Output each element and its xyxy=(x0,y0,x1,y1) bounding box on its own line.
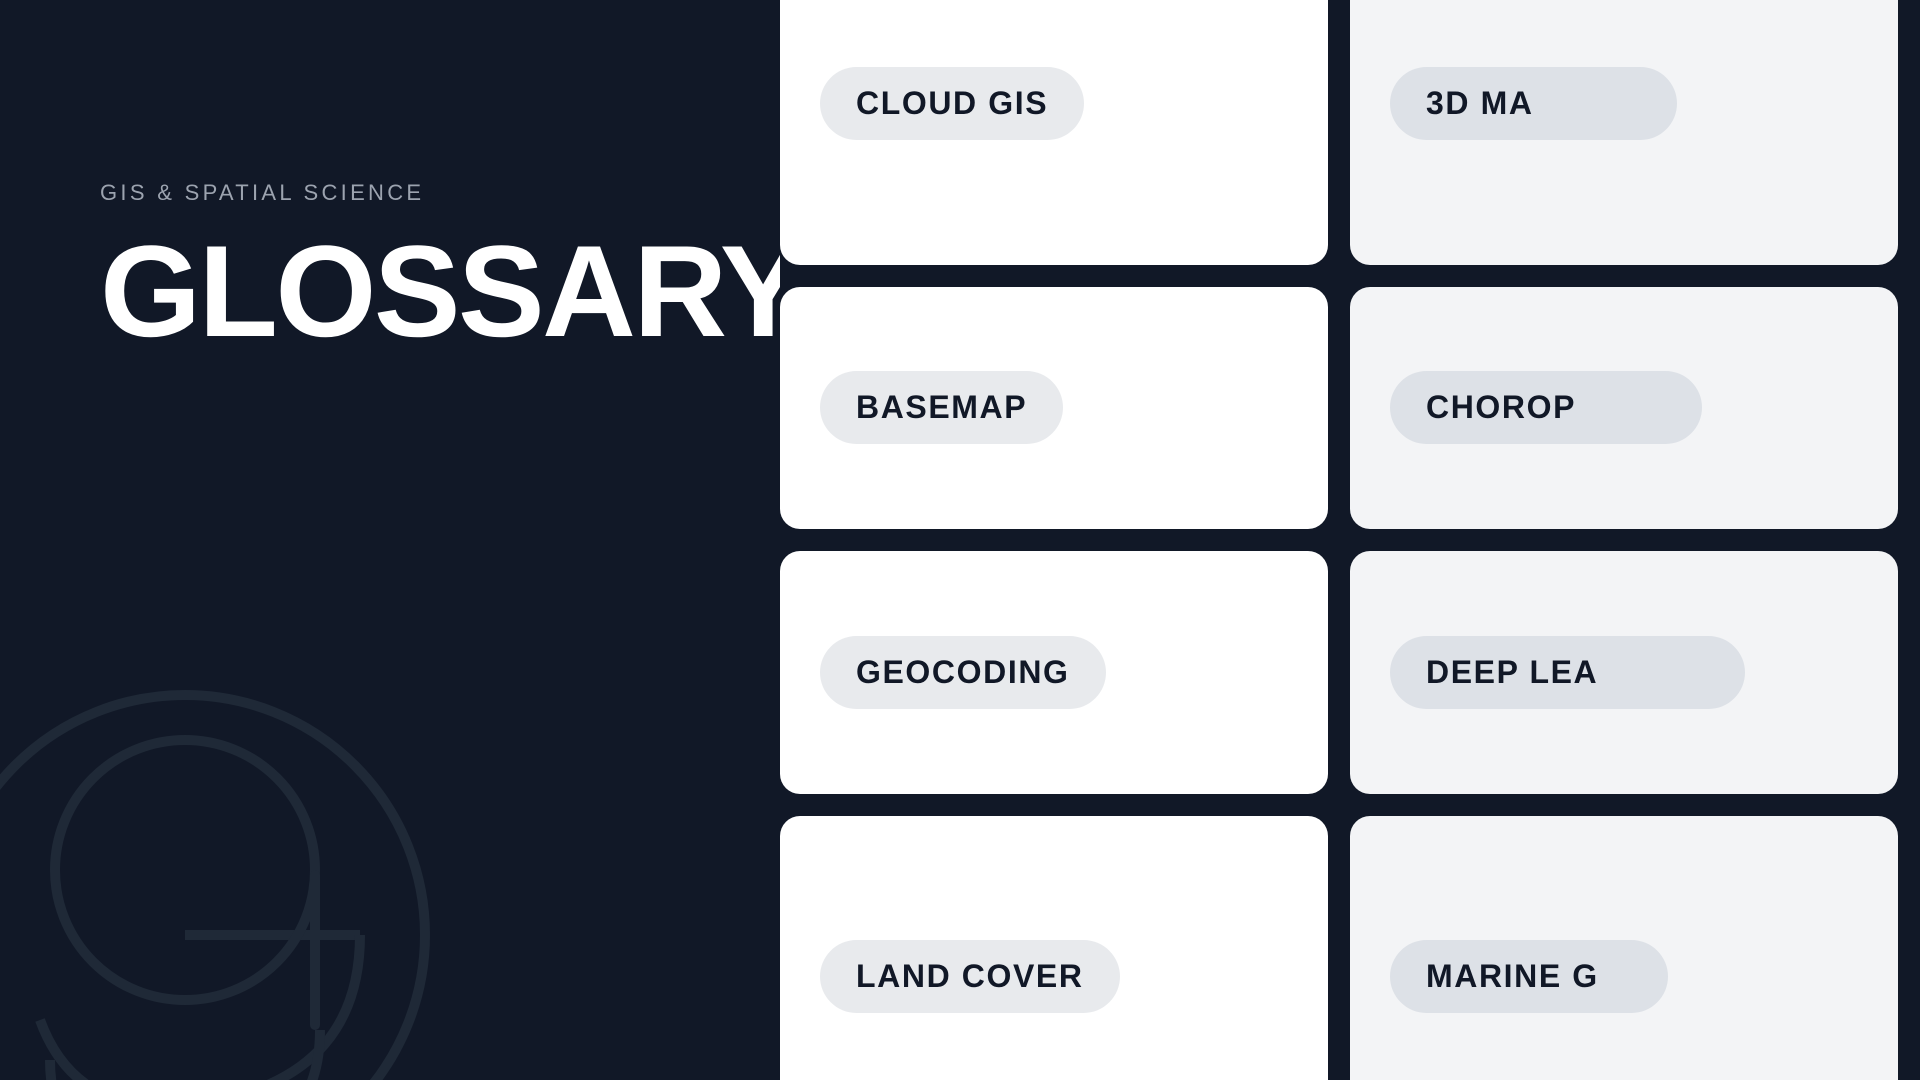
subtitle: GIS & SPATIAL SCIENCE xyxy=(100,180,700,206)
card-label-land-cover: LAND COVER xyxy=(820,940,1120,1013)
card-label-marine-gis: MARINE GIS xyxy=(1390,940,1668,1013)
page-title: GLOSSARY xyxy=(100,226,700,356)
card-cloud-gis[interactable]: CLOUD GIS xyxy=(780,0,1328,265)
card-label-choropleth: CHOROPLETH xyxy=(1390,371,1702,444)
left-panel: GIS & SPATIAL SCIENCE GLOSSARY xyxy=(0,0,780,1080)
card-label-basemap: BASEMAP xyxy=(820,371,1063,444)
cards-grid: CLOUD GIS 3D MAPPING BASEMAP CHOROPLETH … xyxy=(780,0,1920,1080)
card-label-geocoding: GEOCODING xyxy=(820,636,1106,709)
card-choropleth[interactable]: CHOROPLETH xyxy=(1350,287,1898,530)
card-label-3d-mapping: 3D MAPPING xyxy=(1390,67,1677,140)
card-basemap[interactable]: BASEMAP xyxy=(780,287,1328,530)
card-3d-mapping[interactable]: 3D MAPPING xyxy=(1350,0,1898,265)
card-geocoding[interactable]: GEOCODING xyxy=(780,551,1328,794)
card-marine-gis[interactable]: MARINE GIS xyxy=(1350,816,1898,1080)
card-deep-learning[interactable]: DEEP LEARNING xyxy=(1350,551,1898,794)
card-label-cloud-gis: CLOUD GIS xyxy=(820,67,1084,140)
card-land-cover[interactable]: LAND COVER xyxy=(780,816,1328,1080)
decorative-g-shape xyxy=(0,670,450,1080)
card-label-deep-learning: DEEP LEARNING xyxy=(1390,636,1745,709)
